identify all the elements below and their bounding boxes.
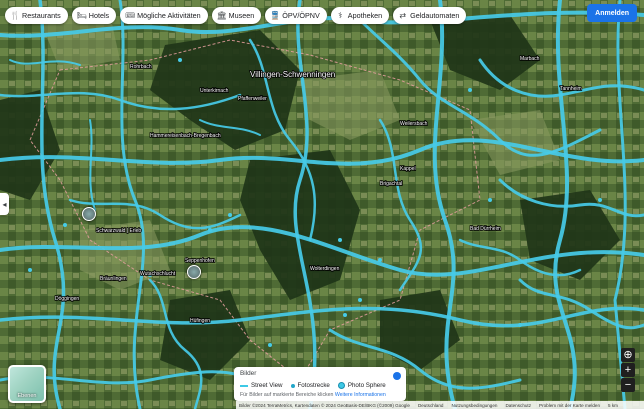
photo-point[interactable]	[28, 268, 32, 272]
place-label[interactable]: Rohrbach	[129, 63, 152, 71]
place-label[interactable]: Hüfingen	[189, 317, 211, 325]
layers-button[interactable]: Ebenen	[8, 365, 46, 403]
footer-item[interactable]: Deutschland	[418, 403, 444, 408]
photo-point[interactable]	[518, 323, 522, 327]
place-label[interactable]: Weilersbach	[399, 120, 428, 128]
place-label[interactable]: Bad Dürrheim	[469, 225, 501, 233]
footer-item: Bilder ©2024 TerraMetrics, Kartendaten ©…	[239, 402, 410, 408]
place-label[interactable]: Unterkirnach	[199, 87, 229, 95]
place-label[interactable]: Pfaffenweiler	[237, 95, 268, 103]
photo-point[interactable]	[228, 213, 232, 217]
place-label[interactable]: Schwarzwald | Erleb	[95, 227, 142, 235]
place-label[interactable]: Kappel	[399, 165, 416, 173]
place-label[interactable]: Brigachtal	[379, 180, 403, 188]
chip-museen[interactable]: 🏛 Museen	[211, 7, 262, 24]
atm-icon: ⇄	[399, 10, 407, 20]
chip-hotels[interactable]: 🛏 Hotels	[71, 7, 117, 24]
footer-item[interactable]: 5 km	[608, 403, 618, 408]
photo-point[interactable]	[598, 198, 602, 202]
photo-point[interactable]	[358, 298, 362, 302]
satellite-map[interactable]: Villingen-Schwenningen Hammereisenbach-Br…	[0, 0, 644, 409]
photo-point[interactable]	[208, 228, 212, 232]
legend-photo-sphere: Photo Sphere	[337, 382, 386, 389]
chip-restaurants[interactable]: 🍴 Restaurants	[5, 7, 68, 24]
zoom-out-button[interactable]: −	[621, 378, 635, 392]
street-view-legend-panel: Bilder Street View Fotostrecke Photo Sph…	[234, 367, 406, 401]
chip-apotheken[interactable]: ⚕ Apotheken	[330, 7, 390, 24]
pharmacy-icon: ⚕	[338, 10, 343, 20]
photo-point[interactable]	[268, 343, 272, 347]
footer-item[interactable]: Datenschutz	[505, 403, 531, 408]
footer-item[interactable]: Problem mit der Karte melden	[539, 403, 600, 408]
place-label[interactable]: Wolterdingen	[309, 265, 340, 273]
place-label[interactable]: Bräunlingen	[99, 275, 128, 283]
compass-button[interactable]: ⊕	[621, 348, 635, 362]
footer-item[interactable]: Nutzungsbedingungen	[451, 403, 497, 408]
legend-street-view: Street View	[240, 382, 283, 389]
login-button[interactable]: Anmelden	[587, 4, 637, 22]
ticket-icon: 🎟	[125, 10, 136, 20]
place-label[interactable]: Döggingen	[54, 295, 80, 303]
place-label[interactable]: Marbach	[519, 55, 540, 63]
panel-title: Bilder	[240, 370, 257, 377]
category-chips: 🍴 Restaurants 🛏 Hotels 🎟 Mögliche Aktivitäten…	[5, 7, 467, 24]
bed-icon: 🛏	[76, 10, 87, 20]
chip-mögliche-aktivitäten[interactable]: 🎟 Mögliche Aktivitäten	[120, 7, 208, 24]
circle-swatch-icon	[337, 382, 345, 389]
photo-point[interactable]	[488, 198, 492, 202]
line-swatch-icon	[240, 384, 248, 387]
photo-point[interactable]	[378, 258, 382, 262]
place-label[interactable]: Tannheim	[559, 85, 582, 93]
museum-icon: 🏛	[216, 10, 227, 20]
zoom-in-button[interactable]: +	[621, 363, 635, 377]
map-footer: Bilder ©2024 TerraMetrics, Kartendaten ©…	[236, 401, 644, 409]
collapse-panel-button[interactable]: ◂	[0, 193, 9, 215]
photo-point[interactable]	[338, 238, 342, 242]
more-info-link[interactable]: Weitere Informationen	[335, 392, 386, 398]
fork-knife-icon: 🍴	[10, 10, 20, 20]
photo-pin[interactable]	[187, 265, 201, 279]
photo-point[interactable]	[468, 88, 472, 92]
chip-geldautomaten[interactable]: ⇄ Geldautomaten	[393, 7, 467, 24]
photo-point[interactable]	[178, 58, 182, 62]
street-view-toggle[interactable]	[393, 372, 401, 380]
dot-swatch-icon	[290, 383, 295, 388]
panel-hint: Für Bilder auf markierte Bereiche klicke…	[240, 392, 386, 398]
place-label[interactable]: Hammereisenbach-Bregenbach	[149, 132, 221, 140]
place-label[interactable]: Seppenhofen	[184, 257, 216, 265]
chip-öpv-öpnv[interactable]: 🚆 ÖPV/ÖPNV	[265, 7, 327, 24]
layers-label: Ebenen	[17, 393, 37, 399]
place-label[interactable]: Wutachschlucht	[139, 270, 176, 278]
train-icon: 🚆	[270, 10, 281, 20]
photo-pin[interactable]	[82, 207, 96, 221]
photo-point[interactable]	[343, 313, 347, 317]
legend-photo-series: Fotostrecke	[290, 382, 330, 389]
place-label[interactable]: Villingen-Schwenningen	[249, 69, 336, 80]
coverage-legend: Street View Fotostrecke Photo Sphere	[240, 382, 386, 389]
photo-point[interactable]	[63, 223, 67, 227]
